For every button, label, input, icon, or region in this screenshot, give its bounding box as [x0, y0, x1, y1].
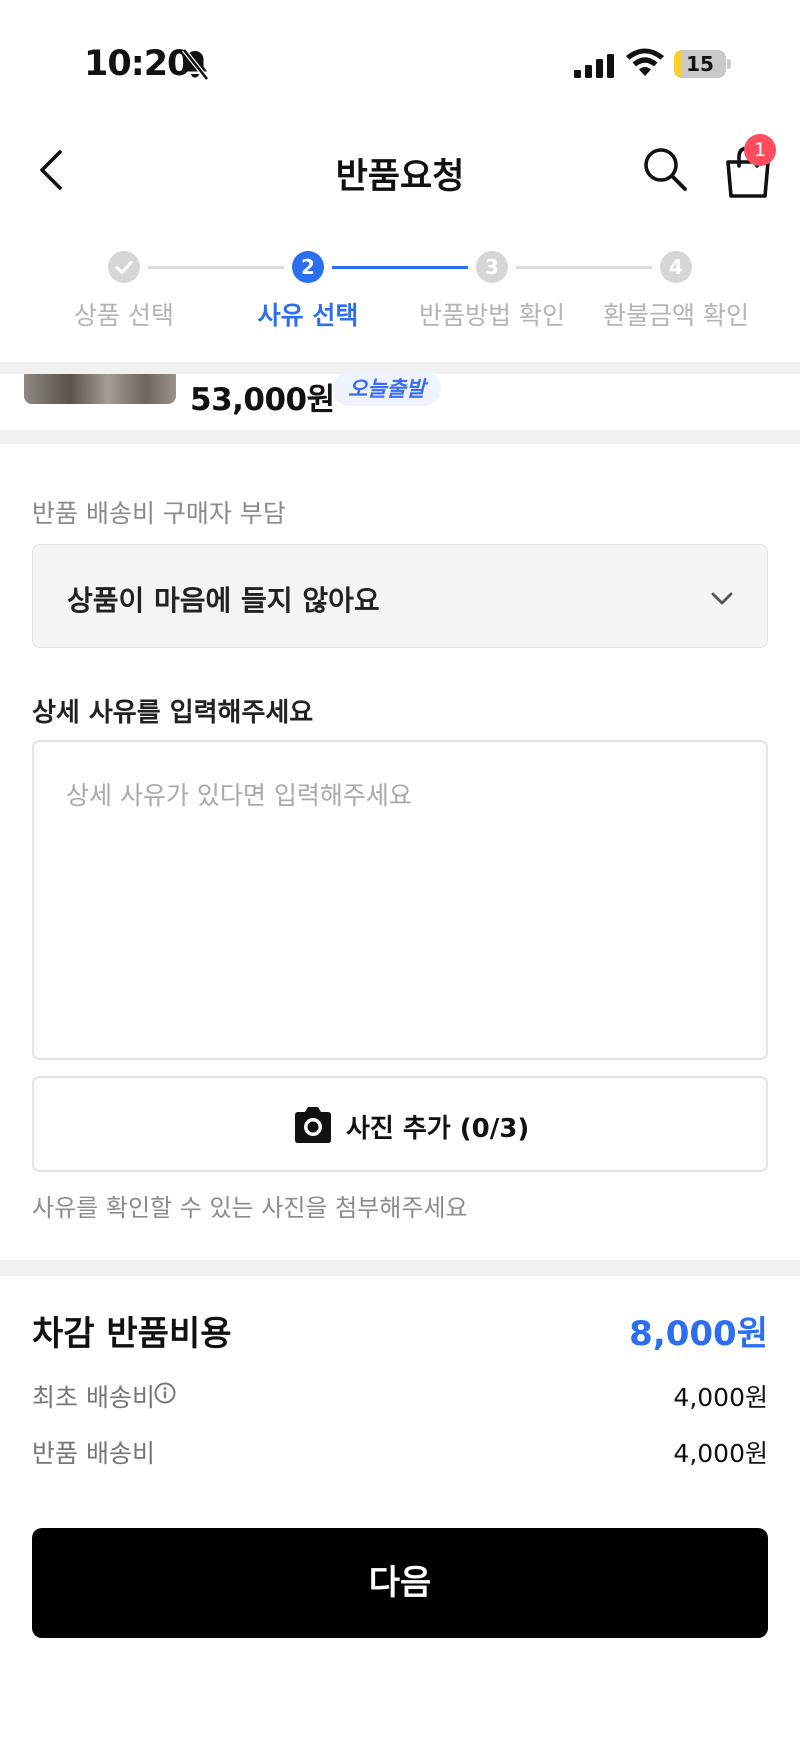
- status-bar: 10:20 15: [0, 0, 800, 120]
- chevron-down-icon: [711, 592, 733, 605]
- photo-hint: 사유를 확인할 수 있는 사진을 첨부해주세요: [32, 1194, 468, 1222]
- step-connector-2: [332, 266, 468, 269]
- step-1-label: 상품 선택: [74, 301, 174, 330]
- step-3-number: 3: [476, 251, 508, 283]
- return-cost-title: 차감 반품비용: [32, 1314, 232, 1354]
- cellular-signal-icon: [574, 54, 614, 78]
- step-3-label: 반품방법 확인: [419, 301, 565, 330]
- initial-shipping-label: 최초 배송비: [32, 1383, 155, 1412]
- today-shipping-badge: 오늘출발: [332, 372, 442, 406]
- return-cost-total: 8,000원: [629, 1314, 768, 1354]
- camera-icon: [295, 1107, 331, 1143]
- step-indicator: 2 3 4 상품 선택 사유 선택 반품방법 확인 환불금액 확인: [0, 240, 800, 360]
- cart-count-badge: 1: [744, 134, 776, 166]
- section-divider: [0, 430, 800, 444]
- detail-reason-textarea[interactable]: [32, 740, 768, 1060]
- product-summary[interactable]: 53,000원 오늘출발: [0, 372, 800, 428]
- shipping-fee-note: 반품 배송비 구매자 부담: [32, 499, 286, 528]
- product-thumbnail: [24, 374, 176, 404]
- next-button[interactable]: 다음: [32, 1528, 768, 1638]
- step-connector-1: [148, 266, 284, 269]
- add-photo-label: 사진 추가 (0/3): [346, 1114, 530, 1144]
- battery-level: 15: [686, 52, 714, 76]
- step-connector-3: [516, 266, 652, 269]
- return-shipping-label: 반품 배송비: [32, 1439, 155, 1468]
- product-price: 53,000원: [190, 382, 335, 418]
- status-time: 10:20: [84, 44, 191, 84]
- step-2-number: 2: [292, 251, 324, 283]
- step-1-check-icon: [108, 251, 140, 283]
- search-icon[interactable]: [640, 144, 690, 194]
- step-4-number: 4: [660, 251, 692, 283]
- return-shipping-value: 4,000원: [673, 1439, 768, 1468]
- battery-indicator: 15: [674, 50, 731, 78]
- bell-off-icon: [182, 48, 209, 81]
- step-2-label: 사유 선택: [257, 301, 359, 330]
- info-icon[interactable]: [154, 1382, 176, 1404]
- initial-shipping-value: 4,000원: [673, 1383, 768, 1412]
- add-photo-button[interactable]: 사진 추가 (0/3): [32, 1076, 768, 1172]
- reason-selected-value: 상품이 마음에 들지 않아요: [67, 584, 380, 617]
- detail-reason-heading: 상세 사유를 입력해주세요: [32, 698, 314, 728]
- header: 반품요청: [0, 120, 800, 220]
- reason-dropdown[interactable]: 상품이 마음에 들지 않아요: [32, 544, 768, 648]
- wifi-icon: [626, 48, 664, 76]
- section-divider: [0, 1260, 800, 1276]
- step-4-label: 환불금액 확인: [603, 301, 749, 330]
